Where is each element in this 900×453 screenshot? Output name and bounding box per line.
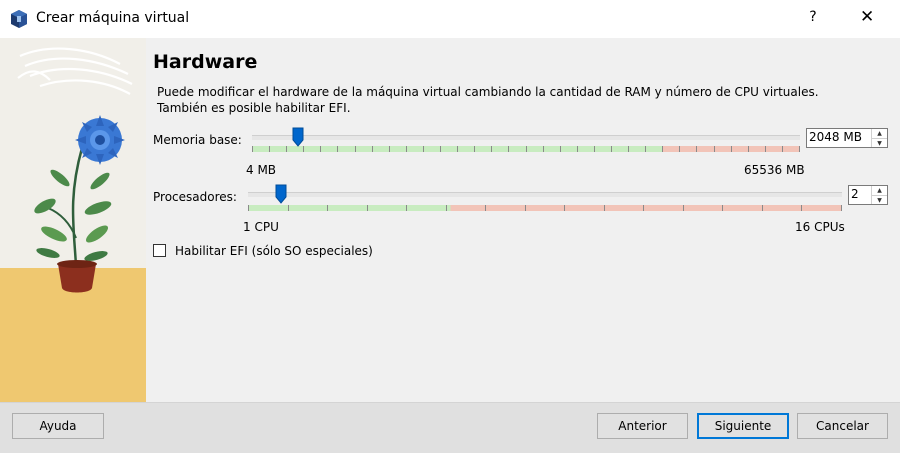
description-line: También es posible habilitar EFI. [157, 101, 351, 115]
back-button[interactable]: Anterior [597, 413, 688, 439]
page-title: Hardware [153, 51, 258, 73]
page-description: Puede modificar el hardware de la máquin… [157, 84, 857, 116]
spin-up-icon[interactable]: ▲ [872, 186, 887, 195]
memory-slider-handle[interactable] [292, 127, 304, 147]
description-line: Puede modificar el hardware de la máquin… [157, 85, 819, 99]
efi-checkbox[interactable] [153, 244, 166, 257]
window-title: Crear máquina virtual [36, 10, 190, 26]
memory-slider[interactable] [252, 127, 800, 157]
efi-checkbox-label[interactable]: Habilitar EFI (sólo SO especiales) [175, 244, 373, 258]
slider-track [252, 135, 800, 140]
cancel-button[interactable]: Cancelar [797, 413, 888, 439]
next-button[interactable]: Siguiente [697, 413, 789, 439]
wizard-illustration [0, 38, 146, 402]
memory-max-label: 65536 MB [744, 163, 805, 177]
processors-max-label: 16 CPUs [795, 220, 845, 234]
memory-input[interactable] [809, 130, 869, 144]
help-icon[interactable]: ? [806, 9, 820, 25]
memory-label: Memoria base: [153, 133, 242, 147]
slider-track [248, 192, 842, 197]
processors-slider-handle[interactable] [275, 184, 287, 204]
processors-slider[interactable] [248, 184, 842, 214]
slider-ticks [252, 146, 800, 152]
memory-spin-buttons: ▲ ▼ [871, 129, 887, 147]
help-button[interactable]: Ayuda [12, 413, 104, 439]
virtualbox-icon [11, 10, 27, 28]
processors-min-label: 1 CPU [243, 220, 279, 234]
memory-min-label: 4 MB [246, 163, 277, 177]
processors-spin-buttons: ▲ ▼ [871, 186, 887, 204]
title-bar: Crear máquina virtual ? ✕ [0, 0, 900, 38]
spin-down-icon[interactable]: ▼ [872, 138, 887, 147]
spin-up-icon[interactable]: ▲ [872, 129, 887, 138]
slider-ticks [248, 205, 842, 211]
processors-label: Procesadores: [153, 190, 237, 204]
memory-spinbox[interactable]: ▲ ▼ [806, 128, 888, 148]
processors-spinbox[interactable]: ▲ ▼ [848, 185, 888, 205]
close-icon[interactable]: ✕ [860, 7, 874, 27]
spin-down-icon[interactable]: ▼ [872, 195, 887, 204]
processors-input[interactable] [851, 187, 871, 201]
